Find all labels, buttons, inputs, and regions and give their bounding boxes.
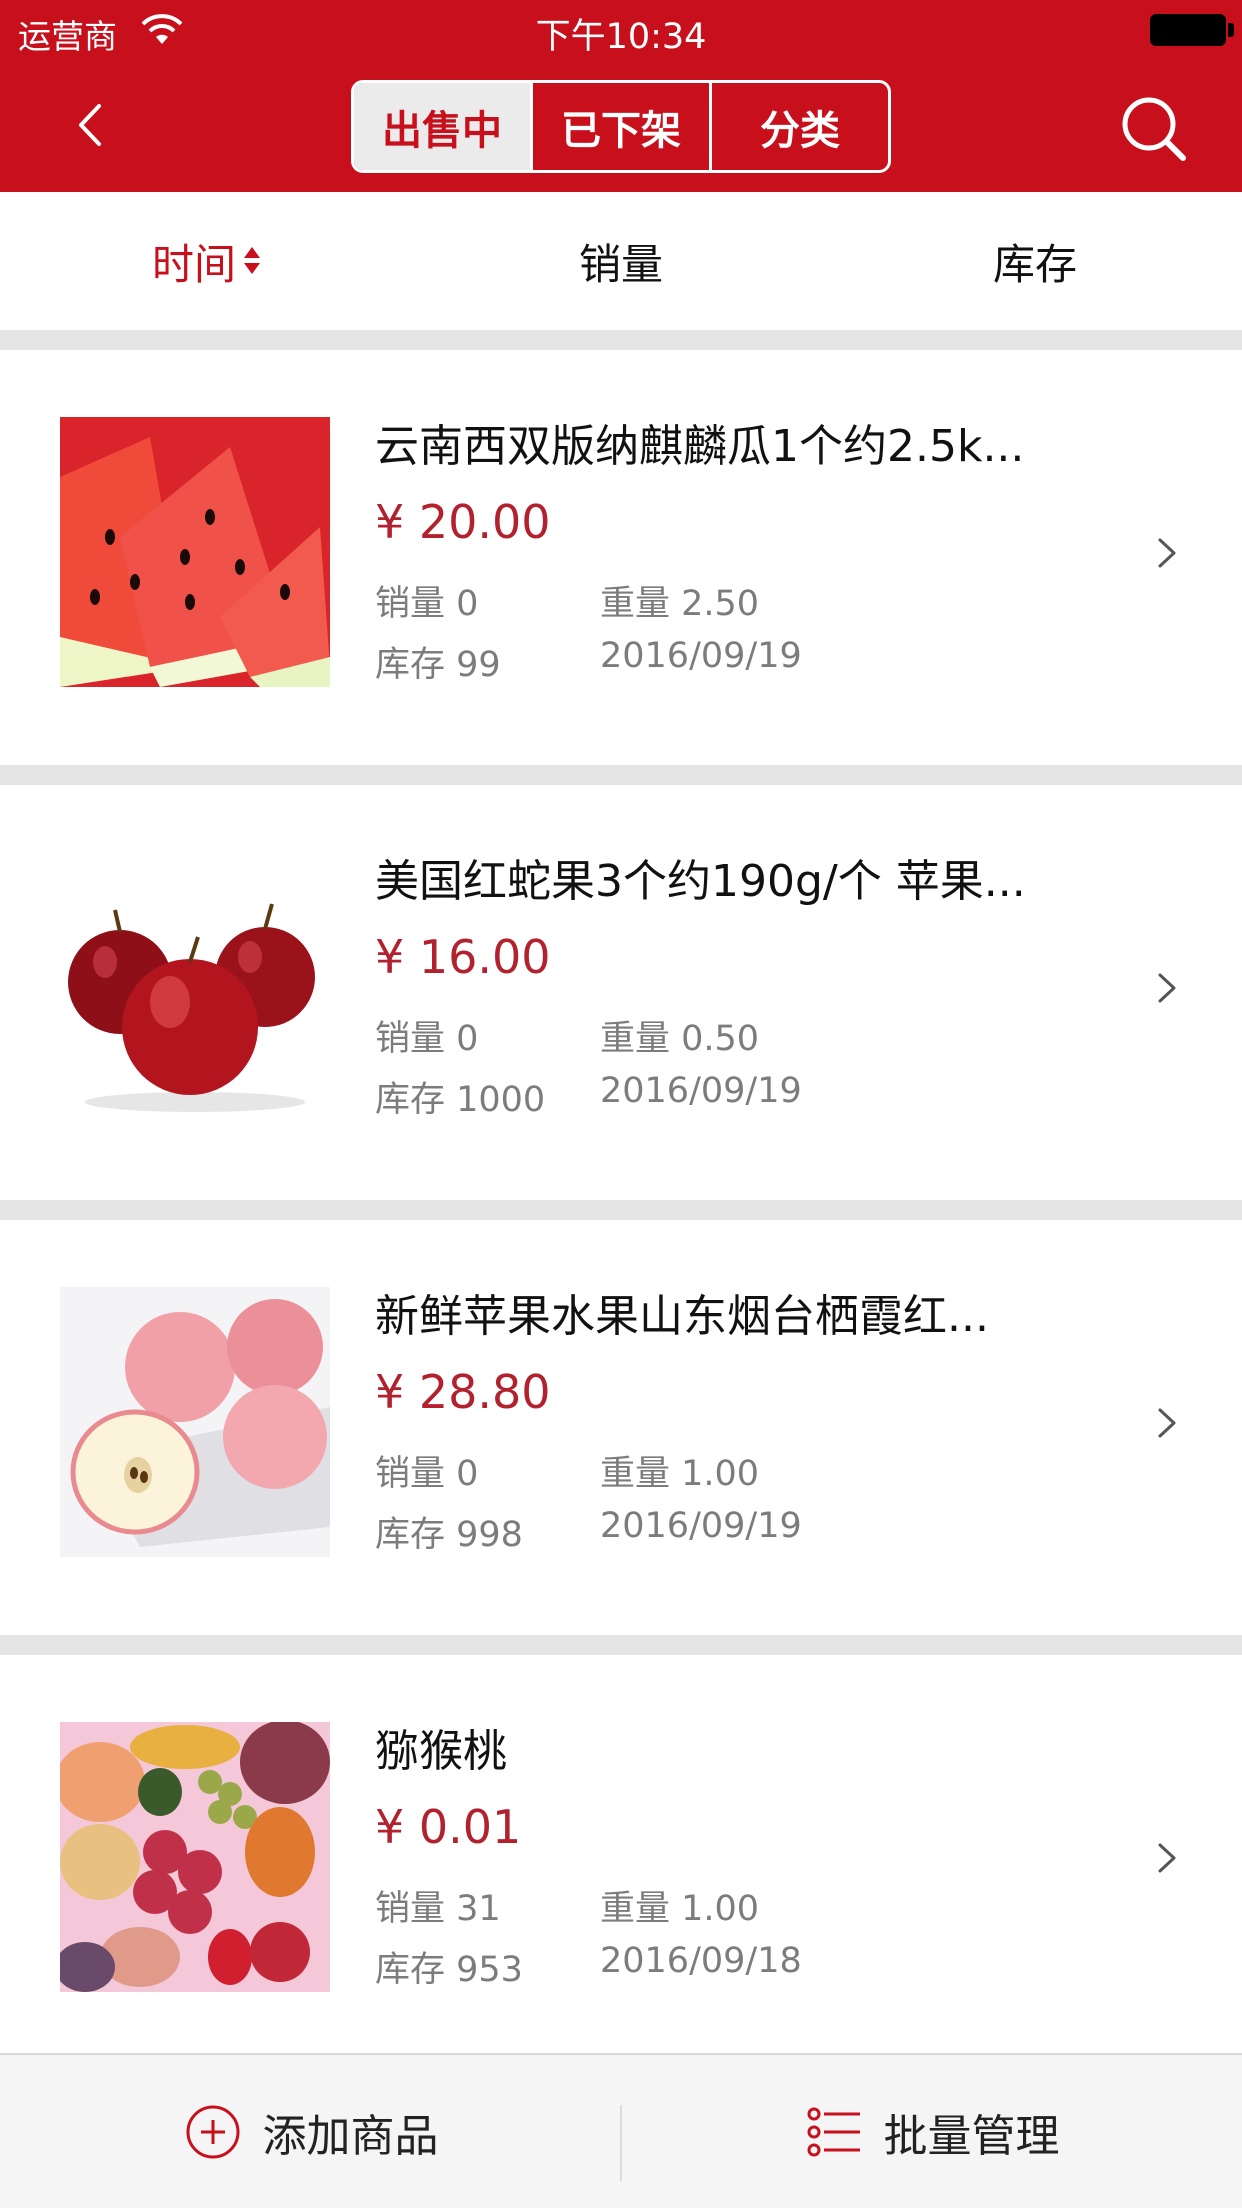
battery-icon [1150, 14, 1226, 46]
product-image-watermelon [60, 417, 330, 687]
segment-control: 出售中 已下架 分类 [351, 80, 891, 173]
product-weight: 重量 1.00 [600, 1889, 760, 1929]
search-icon[interactable] [1115, 90, 1195, 170]
product-stock: 库存 99 [375, 645, 501, 685]
plus-circle-icon [186, 2105, 239, 2158]
product-title: 云南西双版纳麒麟瓜1个约2.5k... [375, 421, 1025, 472]
product-card[interactable]: 新鲜苹果水果山东烟台栖霞红... ¥ 28.80 销量 0 重量 1.00 库存… [0, 1220, 1242, 1635]
divider [0, 330, 1242, 350]
product-price: ¥ 0.01 [375, 1800, 522, 1854]
chevron-right-icon [1158, 538, 1176, 568]
sort-by-sales[interactable]: 销量 [414, 192, 828, 330]
tab-on-sale[interactable]: 出售中 [354, 83, 530, 170]
product-title: 猕猴桃 [375, 1726, 507, 1777]
chevron-right-icon [1158, 1408, 1176, 1438]
product-stock: 库存 998 [375, 1515, 523, 1555]
list-icon [807, 2107, 860, 2156]
sort-stock-label: 库存 [992, 239, 1077, 289]
product-stock: 库存 1000 [375, 1080, 546, 1120]
status-time: 下午10:34 [535, 17, 707, 57]
sort-bar: 时间 销量 库存 [0, 192, 1242, 330]
sort-by-stock[interactable]: 库存 [828, 192, 1242, 330]
product-weight: 重量 2.50 [600, 584, 760, 624]
product-stock: 库存 953 [375, 1950, 523, 1990]
chevron-right-icon [1158, 973, 1176, 1003]
back-button[interactable] [55, 90, 125, 160]
product-date: 2016/09/19 [600, 1506, 802, 1546]
tab-off-shelf[interactable]: 已下架 [530, 83, 709, 170]
product-image-red-apples [60, 852, 330, 1122]
product-date: 2016/09/18 [600, 1941, 802, 1981]
product-price: ¥ 20.00 [375, 495, 551, 549]
sort-by-time[interactable]: 时间 [0, 192, 414, 330]
nav-bar: 运营商 下午10:34 出售中 已下架 分类 [0, 0, 1242, 192]
product-sales: 销量 0 [375, 1019, 479, 1059]
product-price: ¥ 16.00 [375, 930, 551, 984]
product-sales: 销量 31 [375, 1889, 501, 1929]
product-price: ¥ 28.80 [375, 1365, 551, 1419]
product-date: 2016/09/19 [600, 1071, 802, 1111]
add-product-button[interactable]: 添加商品 [0, 2055, 621, 2208]
product-weight: 重量 0.50 [600, 1019, 760, 1059]
product-image-mixed-fruits [60, 1722, 330, 1992]
tab-category[interactable]: 分类 [709, 83, 888, 170]
batch-manage-button[interactable]: 批量管理 [621, 2055, 1242, 2208]
product-image-fuji-apples [60, 1287, 330, 1557]
sort-sales-label: 销量 [578, 239, 663, 289]
product-list: 云南西双版纳麒麟瓜1个约2.5k... ¥ 20.00 销量 0 重量 2.50… [0, 330, 1242, 2070]
sort-arrows-icon [244, 243, 262, 279]
product-card[interactable]: 云南西双版纳麒麟瓜1个约2.5k... ¥ 20.00 销量 0 重量 2.50… [0, 350, 1242, 765]
chevron-left-icon [79, 104, 101, 146]
divider [0, 1200, 1242, 1220]
status-bar: 运营商 下午10:34 [0, 0, 1242, 60]
toolbar-divider [620, 2105, 622, 2181]
product-date: 2016/09/19 [600, 636, 802, 676]
sort-time-label: 时间 [151, 239, 236, 289]
bottom-toolbar: 添加商品 批量管理 [0, 2053, 1242, 2208]
product-title: 新鲜苹果水果山东烟台栖霞红... [375, 1291, 989, 1342]
product-title: 美国红蛇果3个约190g/个 苹果... [375, 856, 1026, 907]
add-product-label: 添加商品 [262, 2110, 439, 2162]
divider [0, 1635, 1242, 1655]
batch-manage-label: 批量管理 [883, 2110, 1060, 2162]
product-weight: 重量 1.00 [600, 1454, 760, 1494]
battery-tip [1228, 23, 1234, 37]
product-sales: 销量 0 [375, 584, 479, 624]
divider [0, 765, 1242, 785]
product-card[interactable]: 美国红蛇果3个约190g/个 苹果... ¥ 16.00 销量 0 重量 0.5… [0, 785, 1242, 1200]
product-card[interactable]: 猕猴桃 ¥ 0.01 销量 31 重量 1.00 库存 953 2016/09/… [0, 1655, 1242, 2070]
chevron-right-icon [1158, 1843, 1176, 1873]
product-sales: 销量 0 [375, 1454, 479, 1494]
